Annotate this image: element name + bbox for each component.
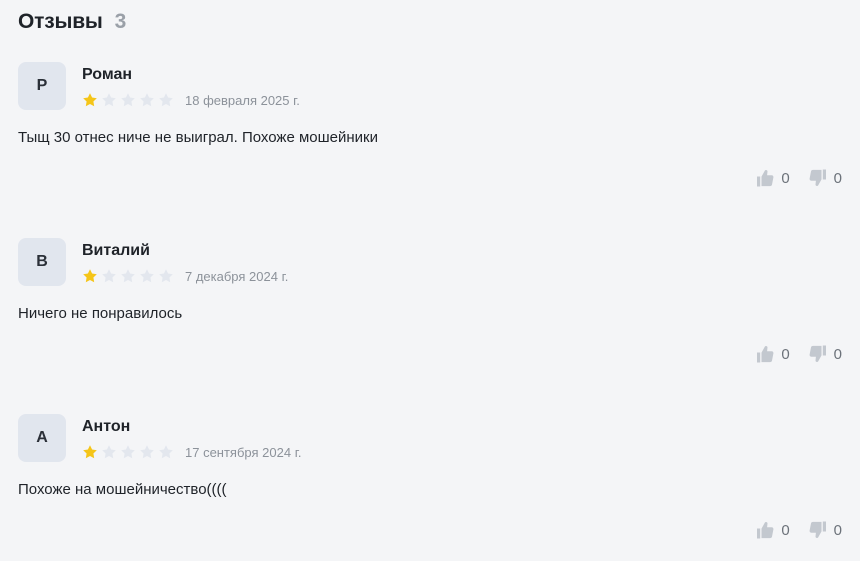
dislike-button[interactable]: 0 (808, 168, 842, 188)
star-empty-icon (140, 93, 154, 107)
review-card: А Антон 17 сентября 2024 г. Похоже на мо… (18, 414, 842, 561)
review-date: 7 декабря 2024 г. (185, 269, 289, 284)
avatar: В (18, 238, 66, 286)
dislike-count: 0 (833, 345, 842, 363)
star-rating (82, 444, 174, 460)
avatar: Р (18, 62, 66, 110)
reviews-section: Отзывы 3 Р Роман 18 февраля 2025 г. Тыщ … (0, 0, 860, 561)
thumbs-up-icon (755, 344, 775, 364)
thumbs-down-icon (808, 168, 828, 188)
dislike-count: 0 (833, 521, 842, 539)
like-button[interactable]: 0 (755, 520, 790, 540)
avatar: А (18, 414, 66, 462)
review-card: Р Роман 18 февраля 2025 г. Тыщ 30 отнес … (18, 62, 842, 222)
like-button[interactable]: 0 (755, 168, 790, 188)
dislike-button[interactable]: 0 (808, 520, 842, 540)
star-empty-icon (102, 269, 116, 283)
star-filled-icon (83, 445, 97, 459)
star-rating (82, 268, 174, 284)
reviewer-name: Роман (82, 66, 133, 83)
star-empty-icon (102, 93, 116, 107)
dislike-button[interactable]: 0 (808, 344, 842, 364)
thumbs-up-icon (755, 168, 775, 188)
thumbs-down-icon (808, 520, 828, 540)
star-rating (82, 92, 174, 108)
star-empty-icon (159, 445, 173, 459)
review-text: Тыщ 30 отнес ниче не выиграл. Похоже мош… (18, 129, 378, 146)
review-date: 18 февраля 2025 г. (185, 93, 300, 108)
reviews-count: 3 (114, 10, 127, 33)
reviews-header: Отзывы 3 (18, 10, 126, 38)
thumbs-up-icon (755, 520, 775, 540)
review-date: 17 сентября 2024 г. (185, 445, 302, 460)
star-empty-icon (121, 445, 135, 459)
review-votes: 0 0 (755, 520, 842, 540)
star-filled-icon (83, 269, 97, 283)
dislike-count: 0 (833, 169, 842, 187)
star-empty-icon (121, 93, 135, 107)
star-empty-icon (159, 269, 173, 283)
like-count: 0 (781, 345, 790, 363)
star-empty-icon (159, 93, 173, 107)
reviewer-name: Антон (82, 418, 131, 435)
like-button[interactable]: 0 (755, 344, 790, 364)
star-filled-icon (83, 93, 97, 107)
review-card: В Виталий 7 декабря 2024 г. Ничего не по… (18, 238, 842, 398)
reviews-title: Отзывы (18, 10, 103, 33)
review-text: Похоже на мошейничество(((( (18, 481, 227, 498)
like-count: 0 (781, 169, 790, 187)
star-empty-icon (140, 445, 154, 459)
like-count: 0 (781, 521, 790, 539)
star-empty-icon (140, 269, 154, 283)
reviewer-name: Виталий (82, 242, 150, 259)
star-empty-icon (121, 269, 135, 283)
star-empty-icon (102, 445, 116, 459)
review-votes: 0 0 (755, 344, 842, 364)
thumbs-down-icon (808, 344, 828, 364)
review-text: Ничего не понравилось (18, 305, 183, 322)
review-votes: 0 0 (755, 168, 842, 188)
